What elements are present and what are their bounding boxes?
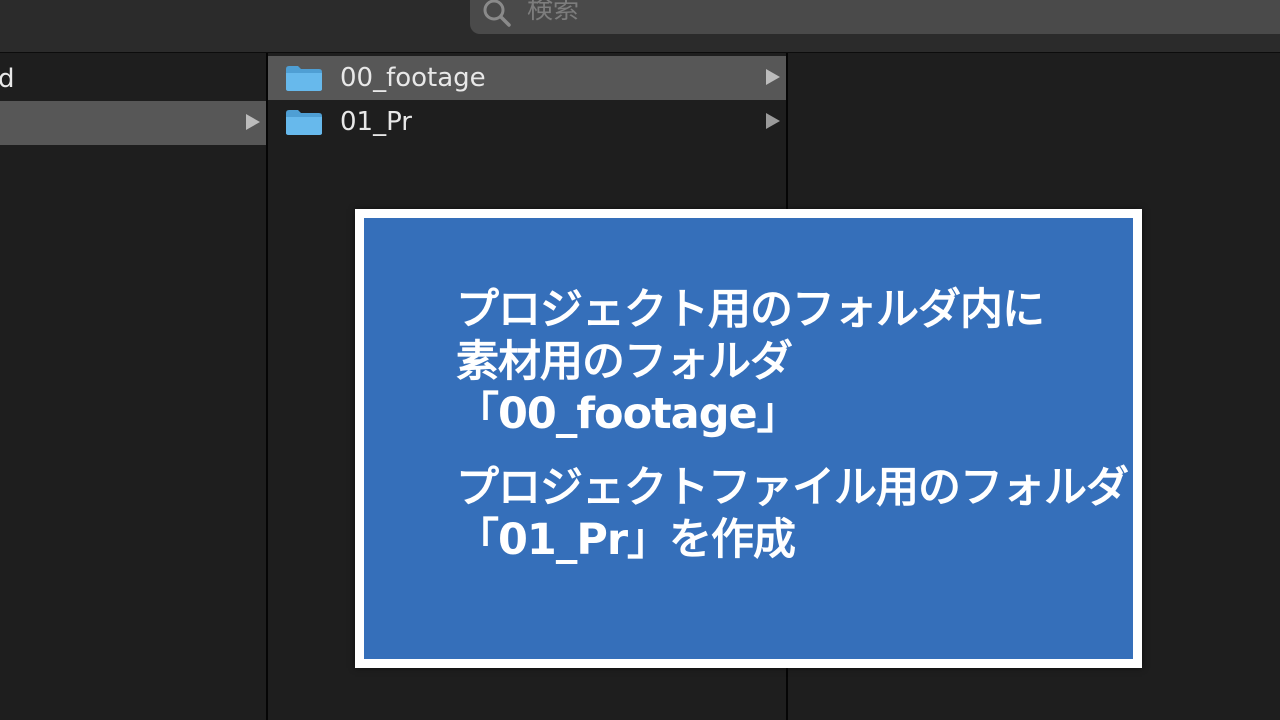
callout-line: 素材用のフォルダ <box>456 337 793 387</box>
folder-row-footage[interactable]: 00_footage <box>268 56 786 100</box>
folder-row-pr[interactable]: 01_Pr <box>268 100 786 144</box>
sidebar-item-selected[interactable] <box>0 101 266 145</box>
search-field[interactable]: 検索 <box>470 0 1280 34</box>
folder-icon <box>286 66 322 91</box>
folder-name: 00_footage <box>340 63 486 93</box>
disclosure-triangle-icon <box>766 113 780 129</box>
callout-spacer <box>456 440 1128 462</box>
callout-line: 「01_Pr」を作成 <box>456 515 796 565</box>
callout-line: プロジェクト用のフォルダ内に <box>456 285 1045 335</box>
callout-line: プロジェクトファイル用のフォルダ <box>456 463 1129 513</box>
sidebar-column: d <box>0 53 268 720</box>
instruction-callout: プロジェクト用のフォルダ内に 素材用のフォルダ 「00_footage」 プロジ… <box>355 209 1142 668</box>
sidebar-item-label: d <box>0 64 15 94</box>
finder-toolbar: 検索 <box>0 0 1280 53</box>
disclosure-triangle-icon <box>766 69 780 85</box>
search-icon <box>483 0 511 27</box>
folder-icon <box>286 110 322 135</box>
callout-text: プロジェクト用のフォルダ内に 素材用のフォルダ 「00_footage」 プロジ… <box>456 284 1129 566</box>
folder-name: 01_Pr <box>340 107 412 137</box>
disclosure-triangle-icon <box>246 114 260 130</box>
search-placeholder: 検索 <box>527 0 580 25</box>
sidebar-item[interactable]: d <box>0 57 266 101</box>
callout-line: 「00_footage」 <box>456 389 800 439</box>
